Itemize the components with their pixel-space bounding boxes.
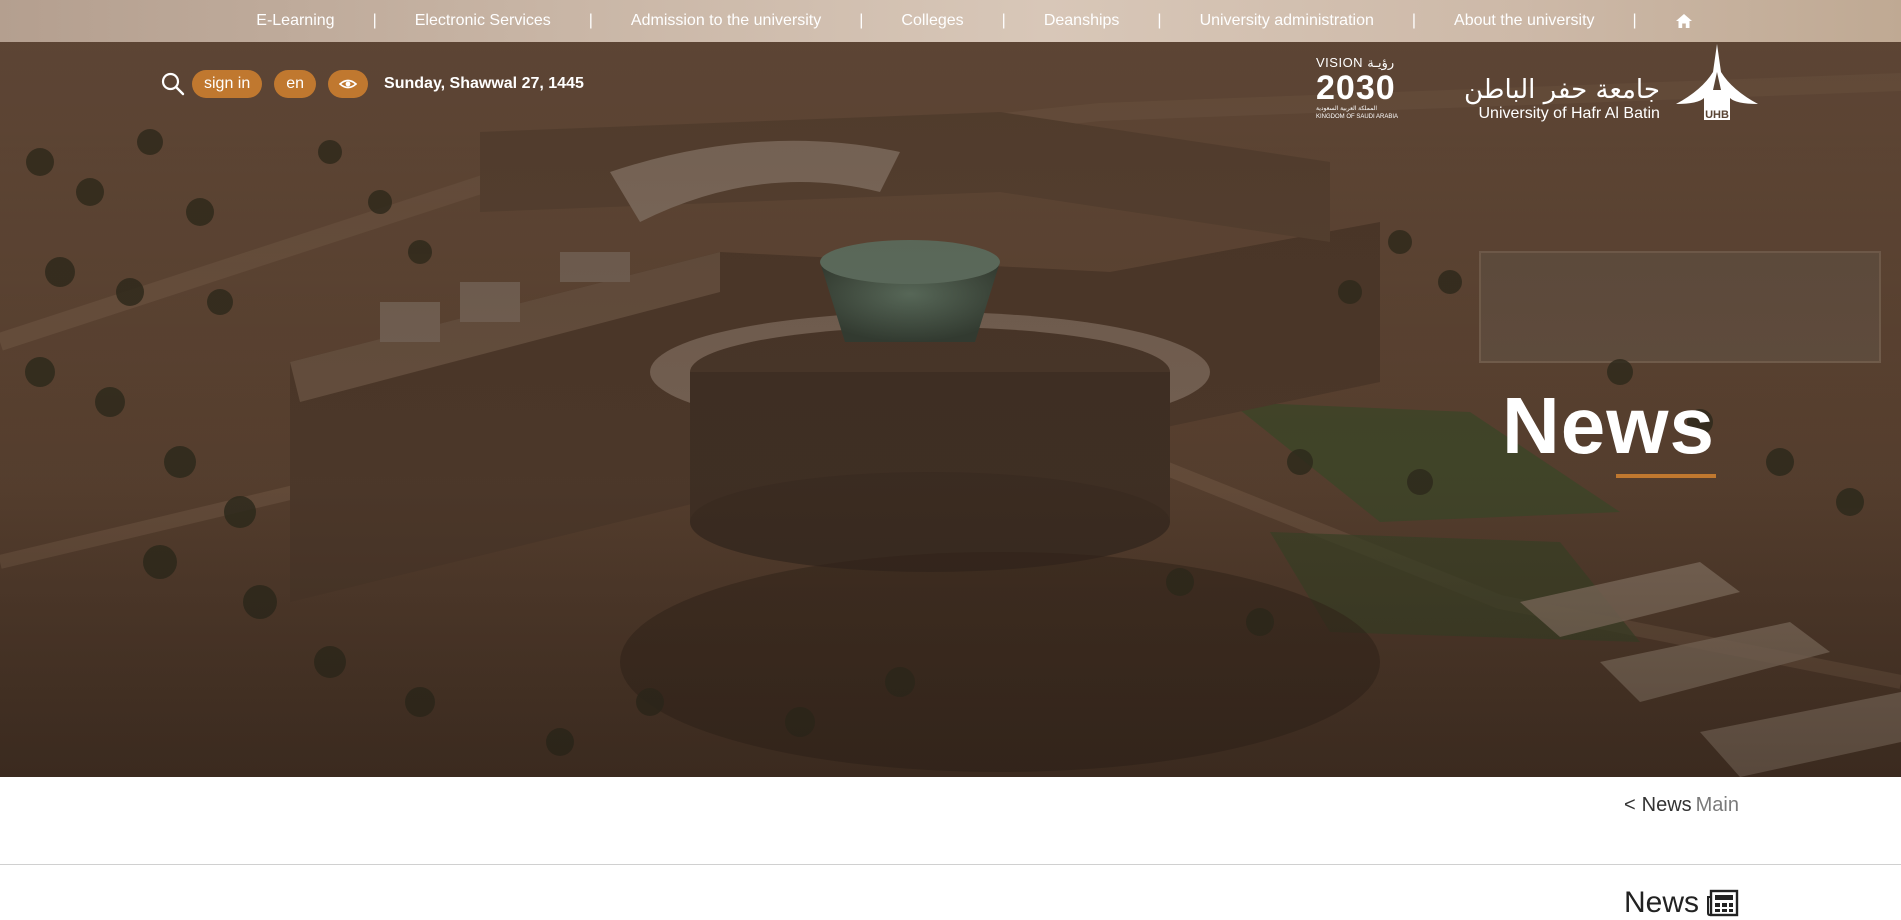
page-title: News xyxy=(1502,381,1715,470)
top-navigation: E-Learning | Electronic Services | Admissi… xyxy=(0,0,1901,42)
sign-in-button[interactable]: sign in xyxy=(192,70,263,98)
newspaper-icon xyxy=(1707,889,1739,917)
nav-deanships[interactable]: Deanships xyxy=(1006,12,1158,30)
section-title: News xyxy=(1623,886,1699,919)
breadcrumb: < News Main xyxy=(1624,794,1739,817)
university-name: جامعة حفر الباطن University of Hafr Al B… xyxy=(1464,76,1660,124)
emblem-mark-text: UHB xyxy=(1705,109,1729,121)
nav-electronic-services[interactable]: Electronic Services xyxy=(377,12,589,30)
nav-colleges[interactable]: Colleges xyxy=(863,12,1001,30)
nav-admission[interactable]: Admission to the university xyxy=(593,12,859,30)
vision-subtitle-arabic: المملكة العربية السعودية xyxy=(1316,106,1378,112)
nav-e-learning[interactable]: E-Learning xyxy=(218,12,372,30)
university-emblem-icon: UHB xyxy=(1675,44,1758,121)
current-date: Sunday, Shawwal 27, 1445 xyxy=(384,75,584,92)
vision-subtitle-english: KINGDOM OF SAUDI ARABIA xyxy=(1316,114,1399,120)
university-logo[interactable]: جامعة حفر الباطن University of Hafr Al B… xyxy=(1464,42,1762,128)
breadcrumb-parent-link[interactable]: News xyxy=(1642,794,1692,816)
utility-bar: sign in en Sunday, Shawwal 27, 1445 xyxy=(160,70,584,98)
title-underline xyxy=(1616,474,1716,478)
top-nav-list: E-Learning | Electronic Services | Admissi… xyxy=(218,12,1692,30)
language-button[interactable]: en xyxy=(274,70,317,98)
search-icon[interactable] xyxy=(160,71,186,97)
nav-university-administration[interactable]: University administration xyxy=(1162,12,1412,30)
section-heading: News xyxy=(1624,886,1739,920)
university-name-arabic: جامعة حفر الباطن xyxy=(1464,75,1660,105)
home-link[interactable] xyxy=(1637,13,1693,29)
vision-2030-logo[interactable]: VISION رؤيـة 2030 المملكة العربية السعود… xyxy=(1316,55,1414,123)
section-divider xyxy=(0,864,1901,865)
accessibility-button[interactable] xyxy=(328,70,369,98)
university-name-english: University of Hafr Al Batin xyxy=(1478,105,1660,122)
breadcrumb-chevron: < xyxy=(1623,794,1636,816)
home-icon xyxy=(1675,14,1692,28)
eye-icon xyxy=(339,79,358,89)
vision-year: 2030 xyxy=(1316,69,1396,107)
nav-about-university[interactable]: About the university xyxy=(1416,12,1633,30)
breadcrumb-current: Main xyxy=(1695,794,1739,816)
